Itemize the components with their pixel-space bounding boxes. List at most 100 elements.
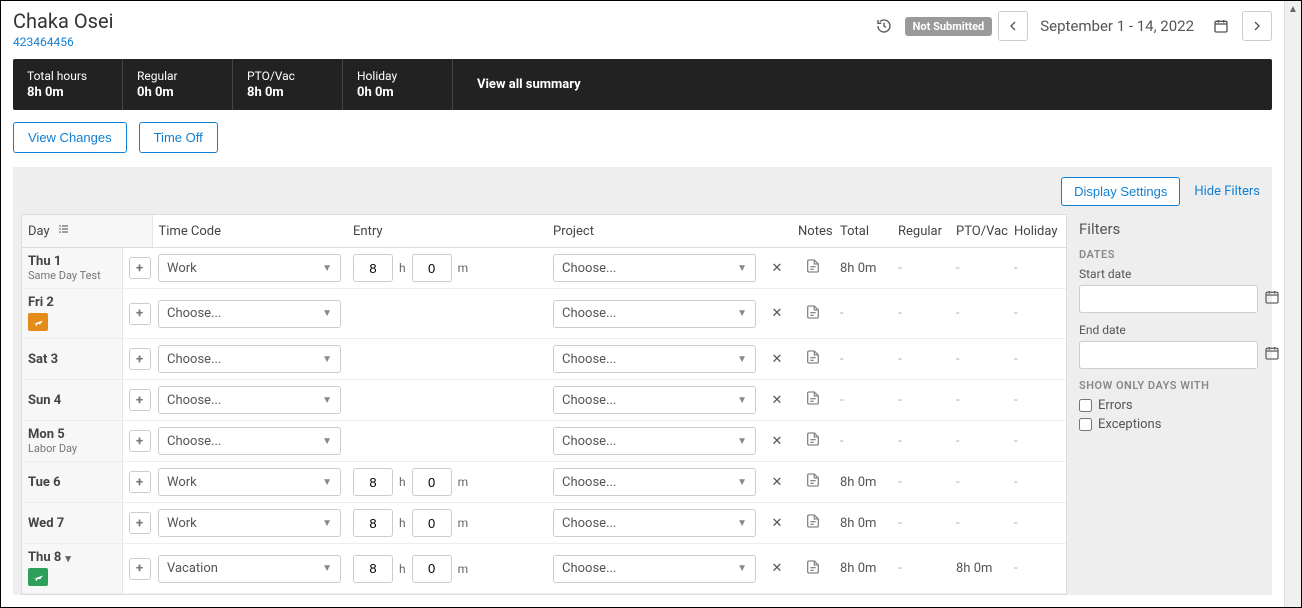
caret-down-icon: ▼ [737, 354, 747, 365]
minutes-input[interactable] [412, 468, 452, 496]
project-select[interactable]: Choose...▼ [553, 386, 756, 414]
time-code-select[interactable]: Choose...▼ [158, 345, 341, 373]
errors-checkbox-row[interactable]: Errors [1079, 398, 1273, 413]
add-entry-button[interactable]: + [129, 430, 151, 452]
total-cell: - [834, 339, 892, 380]
time-code-select[interactable]: Vacation▼ [158, 555, 341, 583]
notes-icon[interactable] [805, 309, 821, 324]
add-entry-button[interactable]: + [129, 512, 151, 534]
col-time-code: Time Code [152, 215, 347, 248]
time-code-select[interactable]: Work▼ [158, 468, 341, 496]
prev-period-button[interactable] [998, 11, 1028, 41]
project-select[interactable]: Choose...▼ [553, 468, 756, 496]
delete-row-button[interactable]: ✕ [762, 339, 792, 380]
caret-down-icon: ▼ [322, 308, 332, 319]
total-cell: 8h 0m [834, 462, 892, 503]
errors-checkbox[interactable] [1079, 399, 1092, 412]
project-select[interactable]: Choose...▼ [553, 254, 756, 282]
project-select[interactable]: Choose...▼ [553, 427, 756, 455]
view-changes-button[interactable]: View Changes [13, 122, 127, 153]
display-settings-button[interactable]: Display Settings [1061, 177, 1180, 206]
history-icon[interactable] [869, 11, 899, 41]
time-code-select[interactable]: Choose...▼ [158, 300, 341, 328]
holiday-cell: - [1008, 462, 1066, 503]
notes-icon[interactable] [805, 395, 821, 410]
chevron-down-icon[interactable]: ▾ [65, 552, 71, 565]
holiday-cell: - [1008, 339, 1066, 380]
minutes-unit: m [458, 516, 469, 530]
view-all-summary[interactable]: View all summary [453, 59, 1272, 110]
hours-input[interactable] [353, 555, 393, 583]
notes-icon[interactable] [805, 518, 821, 533]
notes-icon[interactable] [805, 477, 821, 492]
notes-icon[interactable] [805, 436, 821, 451]
minutes-unit: m [458, 475, 469, 489]
time-code-select[interactable]: Work▼ [158, 254, 341, 282]
hours-input[interactable] [353, 468, 393, 496]
table-row: Tue 6+Work▼hmChoose...▼✕8h 0m--- [22, 462, 1066, 503]
exceptions-checkbox-row[interactable]: Exceptions [1079, 417, 1273, 432]
show-only-heading: SHOW ONLY DAYS WITH [1079, 379, 1273, 392]
delete-row-button[interactable]: ✕ [762, 462, 792, 503]
project-select[interactable]: Choose...▼ [553, 345, 756, 373]
add-entry-button[interactable]: + [129, 257, 151, 279]
project-select[interactable]: Choose...▼ [553, 300, 756, 328]
delete-row-button[interactable]: ✕ [762, 421, 792, 462]
add-entry-button[interactable]: + [129, 558, 151, 580]
total-cell: 8h 0m [834, 503, 892, 544]
scroll-up-arrow[interactable]: ▲ [1285, 1, 1301, 18]
day-label: Mon 5 [28, 427, 116, 442]
calendar-icon[interactable] [1264, 345, 1280, 365]
delete-row-button[interactable]: ✕ [762, 544, 792, 594]
holiday-cell: - [1008, 421, 1066, 462]
time-off-button[interactable]: Time Off [139, 122, 218, 153]
time-code-select[interactable]: Choose...▼ [158, 427, 341, 455]
add-entry-button[interactable]: + [129, 471, 151, 493]
add-entry-button[interactable]: + [129, 303, 151, 325]
time-code-select[interactable]: Work▼ [158, 509, 341, 537]
minutes-input[interactable] [412, 254, 452, 282]
outer-scrollbar[interactable]: ▲ [1284, 1, 1301, 607]
pto-cell: - [950, 503, 1008, 544]
day-label: Sat 3 [28, 352, 116, 367]
time-code-select[interactable]: Choose...▼ [158, 386, 341, 414]
delete-row-button[interactable]: ✕ [762, 289, 792, 339]
caret-down-icon: ▼ [737, 308, 747, 319]
filters-dates-heading: DATES [1079, 248, 1273, 261]
minutes-input[interactable] [412, 555, 452, 583]
exceptions-checkbox[interactable] [1079, 418, 1092, 431]
project-select[interactable]: Choose...▼ [553, 509, 756, 537]
delete-row-button[interactable]: ✕ [762, 248, 792, 289]
delete-row-button[interactable]: ✕ [762, 380, 792, 421]
holiday-cell: - [1008, 248, 1066, 289]
person-id-link[interactable]: 423464456 [13, 35, 869, 49]
notes-icon[interactable] [805, 354, 821, 369]
hours-unit: h [399, 475, 406, 489]
list-icon [57, 224, 71, 239]
notes-icon[interactable] [805, 263, 821, 278]
pto-cell: 8h 0m [950, 544, 1008, 594]
project-select[interactable]: Choose...▼ [553, 555, 756, 583]
calendar-icon[interactable] [1206, 11, 1236, 41]
plane-icon [28, 313, 48, 331]
col-day[interactable]: Day [22, 215, 152, 248]
table-row: Fri 2+Choose...▼Choose...▼✕---- [22, 289, 1066, 339]
hours-input[interactable] [353, 254, 393, 282]
col-pto: PTO/Vac [950, 215, 1008, 248]
holiday-cell: - [1008, 544, 1066, 594]
minutes-input[interactable] [412, 509, 452, 537]
add-entry-button[interactable]: + [129, 389, 151, 411]
hide-filters-link[interactable]: Hide Filters [1194, 184, 1260, 199]
hours-unit: h [399, 516, 406, 530]
start-date-input[interactable] [1079, 285, 1258, 313]
col-holiday: Holiday [1008, 215, 1066, 248]
caret-down-icon: ▼ [322, 395, 332, 406]
day-label: Thu 8▾ [28, 550, 116, 565]
hours-input[interactable] [353, 509, 393, 537]
add-entry-button[interactable]: + [129, 348, 151, 370]
next-period-button[interactable] [1242, 11, 1272, 41]
calendar-icon[interactable] [1264, 289, 1280, 309]
delete-row-button[interactable]: ✕ [762, 503, 792, 544]
notes-icon[interactable] [805, 564, 821, 579]
end-date-input[interactable] [1079, 341, 1258, 369]
